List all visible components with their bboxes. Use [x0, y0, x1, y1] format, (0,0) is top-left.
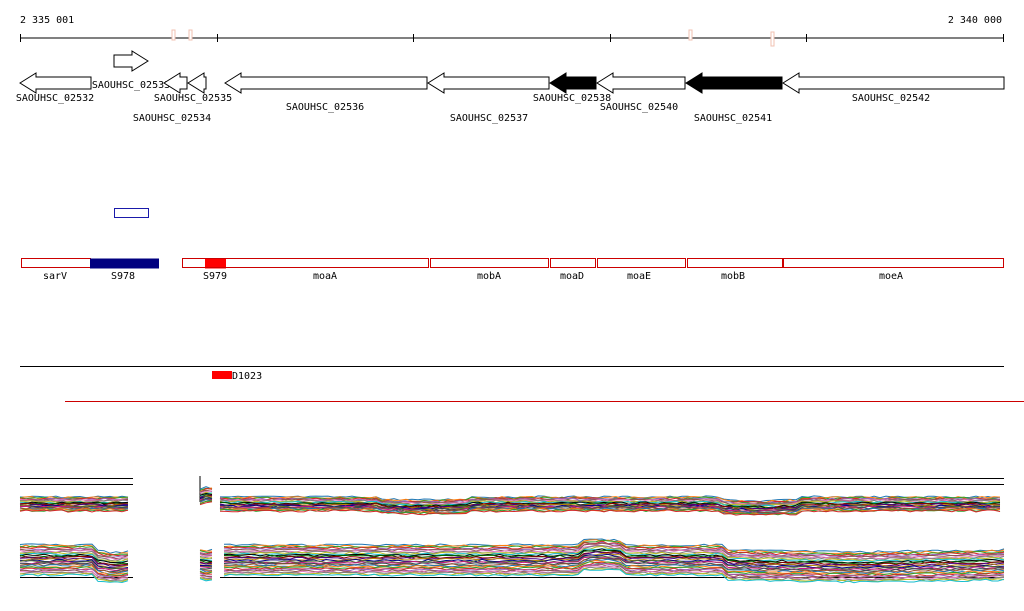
expression-track-2: [19, 538, 1005, 584]
genome-browser-view: 2 335 001 2 340 000 SAOUHSC_02532SAOUHSC…: [16, 15, 1024, 584]
gene-saouhsc-02542-label: SAOUHSC_02542: [852, 93, 930, 104]
annotation-sarv-box[interactable]: [21, 258, 91, 268]
ruler-start-label: 2 335 001: [20, 15, 74, 26]
coordinate-ruler: 2 335 001 2 340 000: [20, 15, 1004, 47]
gene-saouhsc-02540-label: SAOUHSC_02540: [600, 102, 678, 113]
annotation-sarv-label: sarV: [43, 271, 67, 282]
gene-saouhsc-02535-arrow[interactable]: [187, 72, 207, 94]
gene-saouhsc-02541-label: SAOUHSC_02541: [694, 113, 772, 124]
annotation-mobb-box[interactable]: [687, 258, 783, 268]
expression-track-1: [19, 476, 1004, 516]
annotation-moea-box[interactable]: [783, 258, 1004, 268]
gene-saouhsc-02537-label: SAOUHSC_02537: [450, 113, 528, 124]
gene-track: SAOUHSC_02532 SAOUHSC_02533 SAOUHSC_02534 S…: [16, 50, 1005, 124]
annotation-moba-label: mobA: [477, 271, 501, 282]
annotation-s978-label: S978: [111, 271, 135, 282]
expression-trace: [20, 546, 129, 557]
gene-saouhsc-02536-label: SAOUHSC_02536: [286, 102, 364, 113]
gene-saouhsc-02536-arrow[interactable]: [224, 72, 428, 94]
annotation-moaa-label: moaA: [313, 271, 337, 282]
gene-saouhsc-02541-arrow[interactable]: [685, 72, 783, 94]
annotation-moea-label: moeA: [879, 271, 903, 282]
annotation-moad-box[interactable]: [550, 258, 596, 268]
ruler-end-label: 2 340 000: [948, 15, 1002, 26]
annotation-mobb-label: mobB: [721, 271, 745, 282]
gene-saouhsc-02533-label: SAOUHSC_02533: [92, 80, 170, 91]
annotation-moba-box[interactable]: [430, 258, 549, 268]
gene-saouhsc-02534-label: SAOUHSC_02534: [133, 113, 211, 124]
expression-trace: [219, 509, 1001, 516]
gene-saouhsc-02542-arrow[interactable]: [782, 72, 1005, 94]
gene-saouhsc-02533-arrow[interactable]: [113, 50, 149, 72]
annotation-track: sarV S978 S979 moaA mobA moaD moaE mobB moeA: [21, 258, 1004, 282]
feature-track: D1023: [20, 366, 1004, 382]
gene-saouhsc-02532-label: SAOUHSC_02532: [16, 93, 94, 104]
annotation-moae-label: moaE: [627, 271, 651, 282]
feature-d1023-label: D1023: [232, 371, 262, 382]
annotation-moae-box[interactable]: [597, 258, 686, 268]
gene-saouhsc-02540-arrow[interactable]: [596, 72, 686, 94]
annotation-s979-label: S979: [203, 271, 227, 282]
gene-saouhsc-02537-arrow[interactable]: [427, 72, 550, 94]
blue-outline-box[interactable]: [114, 208, 149, 218]
gene-saouhsc-02538-arrow[interactable]: [549, 72, 597, 94]
gene-saouhsc-02532-arrow[interactable]: [19, 72, 92, 94]
expression-trace: [199, 567, 213, 570]
annotation-s978-box[interactable]: [90, 258, 159, 269]
feature-d1023-block[interactable]: [212, 371, 232, 379]
gene-saouhsc-02535-label: SAOUHSC_02535: [154, 93, 232, 104]
annotation-moad-label: moaD: [560, 271, 584, 282]
